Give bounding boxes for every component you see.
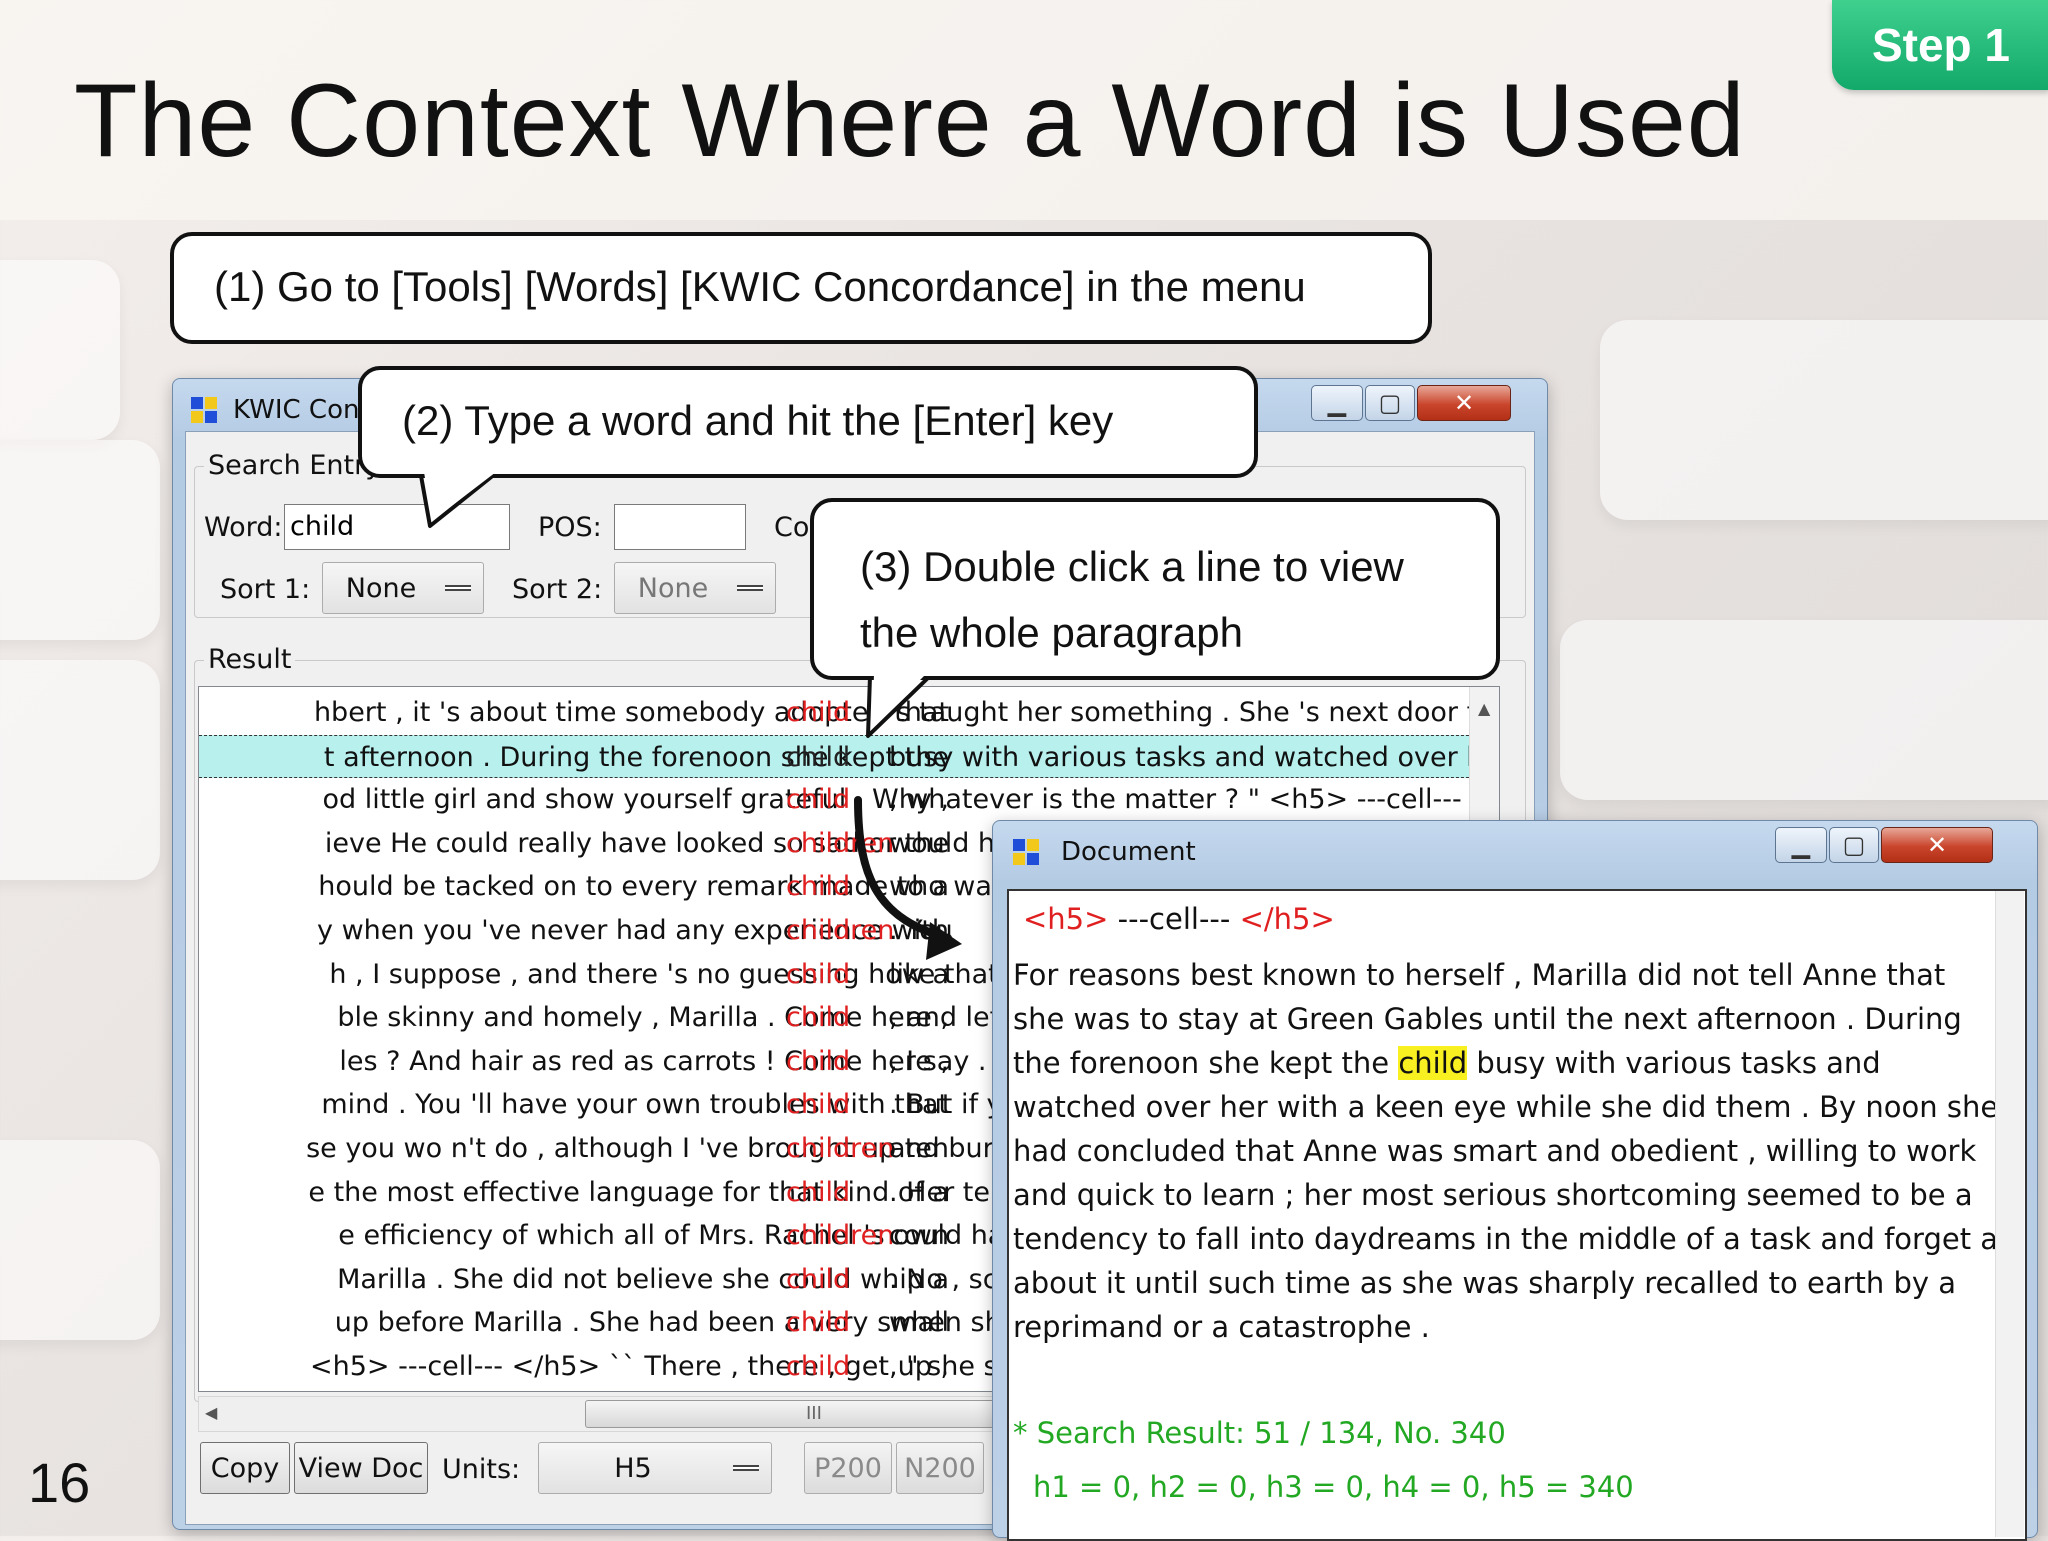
- document-paragraph: For reasons best known to herself , Mari…: [1013, 953, 2014, 1393]
- paragraph-line: about it until such time as she was shar…: [1013, 1266, 1957, 1300]
- minimize-button[interactable]: ▁: [1775, 827, 1827, 863]
- paragraph-line: reprimand or a catastrophe .: [1013, 1310, 1430, 1344]
- paragraph-line: tendency to fall into daydreams in the m…: [1013, 1222, 2015, 1256]
- document-header: <h5> ---cell--- </h5>: [1023, 897, 1335, 941]
- close-button[interactable]: ✕: [1881, 827, 1993, 863]
- h5-open-tag: <h5>: [1023, 902, 1109, 936]
- paragraph-line: For reasons best known to herself , Mari…: [1013, 958, 1946, 992]
- document-text-area[interactable]: <h5> ---cell--- </h5> For reasons best k…: [1007, 889, 2027, 1541]
- paragraph-line: had concluded that Anne was smart and ob…: [1013, 1134, 1977, 1168]
- maximize-button[interactable]: ▢: [1829, 827, 1879, 863]
- paragraph-text: the forenoon she kept the: [1013, 1046, 1399, 1080]
- document-window: Document ▁ ▢ ✕ <h5> ---cell--- </h5> For…: [992, 820, 2038, 1541]
- app-logo-icon: [1013, 839, 1041, 867]
- paragraph-line: and quick to learn ; her most serious sh…: [1013, 1178, 1973, 1212]
- heading-counts: h1 = 0, h2 = 0, h3 = 0, h4 = 0, h5 = 340: [1033, 1470, 1634, 1504]
- document-vertical-scrollbar[interactable]: [1995, 891, 2024, 1537]
- paragraph-line: watched over her with a keen eye while s…: [1013, 1090, 1999, 1124]
- paragraph-text: busy with various tasks and: [1467, 1046, 1881, 1080]
- paragraph-line: she was to stay at Green Gables until th…: [1013, 1002, 1962, 1036]
- document-window-title: Document: [1061, 837, 1196, 867]
- cell-marker: ---cell---: [1108, 902, 1240, 936]
- search-result-info: * Search Result: 51 / 134, No. 340: [1013, 1416, 1506, 1450]
- highlighted-keyword: child: [1398, 1046, 1468, 1080]
- h5-close-tag: </h5>: [1239, 902, 1335, 936]
- paragraph-line: the forenoon she kept the child busy wit…: [1013, 1041, 1881, 1085]
- callout-3-tail-fill: [872, 674, 926, 728]
